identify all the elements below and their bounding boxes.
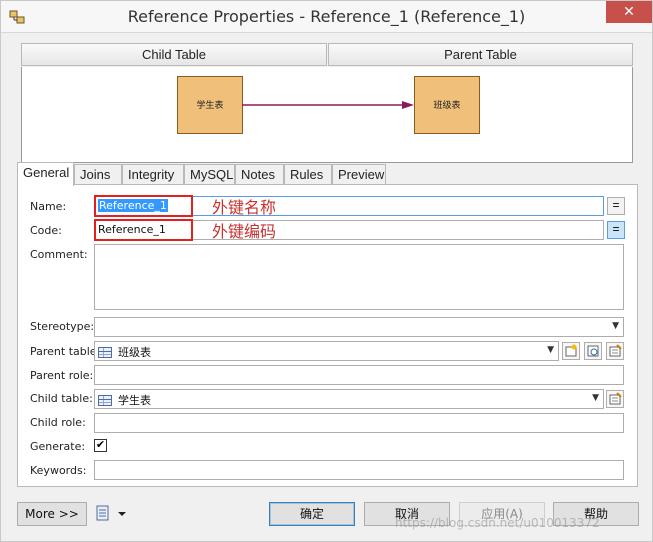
tab-rules[interactable]: Rules — [284, 164, 332, 185]
create-table-button[interactable] — [562, 342, 580, 360]
title-bar: Reference Properties - Reference_1 (Refe… — [1, 1, 652, 33]
select-table-button[interactable] — [584, 342, 602, 360]
code-label: Code: — [30, 224, 62, 237]
code-highlight-box — [94, 219, 193, 241]
keywords-label: Keywords: — [30, 464, 87, 477]
generate-label: Generate: — [30, 440, 86, 453]
properties-icon — [609, 344, 622, 357]
child-role-label: Child role: — [30, 416, 86, 429]
properties-icon — [609, 392, 622, 405]
chevron-down-icon: ▼ — [612, 321, 619, 331]
document-menu-icon — [96, 505, 126, 521]
tab-notes[interactable]: Notes — [235, 164, 284, 185]
parent-table-select[interactable]: 班级表 ▼ — [94, 341, 559, 361]
child-table-box[interactable]: 学生表 — [177, 76, 243, 134]
diagram-canvas: 学生表 班级表 — [21, 67, 633, 163]
tab-mysql[interactable]: MySQL — [184, 164, 235, 185]
name-highlight-box — [94, 195, 193, 217]
keywords-field[interactable] — [94, 460, 624, 480]
parent-table-label: Parent table: — [30, 345, 101, 358]
comment-textarea[interactable] — [94, 244, 624, 310]
tab-joins[interactable]: Joins — [74, 164, 122, 185]
child-role-field[interactable] — [94, 413, 624, 433]
more-button[interactable]: More >> — [17, 502, 87, 526]
reference-link[interactable] — [242, 97, 417, 117]
ok-button[interactable]: 确定 — [269, 502, 355, 526]
tab-preview[interactable]: Preview — [332, 164, 386, 185]
chevron-down-icon: ▼ — [592, 393, 599, 403]
table-icon — [98, 347, 112, 358]
parent-table-box[interactable]: 班级表 — [414, 76, 480, 134]
stereotype-label: Stereotype: — [30, 320, 95, 333]
chevron-down-icon: ▼ — [547, 345, 554, 355]
name-label: Name: — [30, 200, 67, 213]
code-annotation: 外键编码 — [212, 222, 277, 241]
new-object-icon — [565, 344, 577, 357]
child-table-select[interactable]: 学生表 ▼ — [94, 389, 604, 409]
parent-table-value: 班级表 — [118, 346, 151, 359]
name-annotation: 外键名称 — [212, 198, 277, 217]
child-table-label: Child table: — [30, 392, 93, 405]
close-icon[interactable]: ✕ — [606, 1, 652, 23]
child-table-header[interactable]: Child Table — [21, 43, 327, 66]
comment-label: Comment: — [30, 248, 88, 261]
generate-checkbox[interactable]: ✔ — [94, 439, 107, 452]
child-table-value: 学生表 — [118, 394, 151, 407]
name-sync-button[interactable]: = — [607, 197, 625, 215]
parent-table-properties-button[interactable] — [606, 342, 624, 360]
code-sync-button[interactable]: = — [607, 221, 625, 239]
table-icon — [98, 395, 112, 406]
browse-icon — [587, 345, 599, 357]
reference-properties-dialog: Reference Properties - Reference_1 (Refe… — [0, 0, 653, 542]
stereotype-select[interactable]: ▼ — [94, 317, 624, 337]
parent-table-header[interactable]: Parent Table — [328, 43, 633, 66]
tab-integrity[interactable]: Integrity — [122, 164, 184, 185]
menu-dropdown-button[interactable] — [95, 505, 131, 523]
window-title: Reference Properties - Reference_1 (Refe… — [127, 7, 526, 26]
parent-role-field[interactable] — [94, 365, 624, 385]
reference-diagram: Child Table Parent Table 学生表 班级表 — [21, 43, 633, 163]
parent-role-label: Parent role: — [30, 369, 94, 382]
watermark-text: https://blog.csdn.net/u010013372 — [395, 516, 600, 530]
child-table-properties-button[interactable] — [606, 390, 624, 408]
tab-general[interactable]: General — [17, 162, 74, 186]
